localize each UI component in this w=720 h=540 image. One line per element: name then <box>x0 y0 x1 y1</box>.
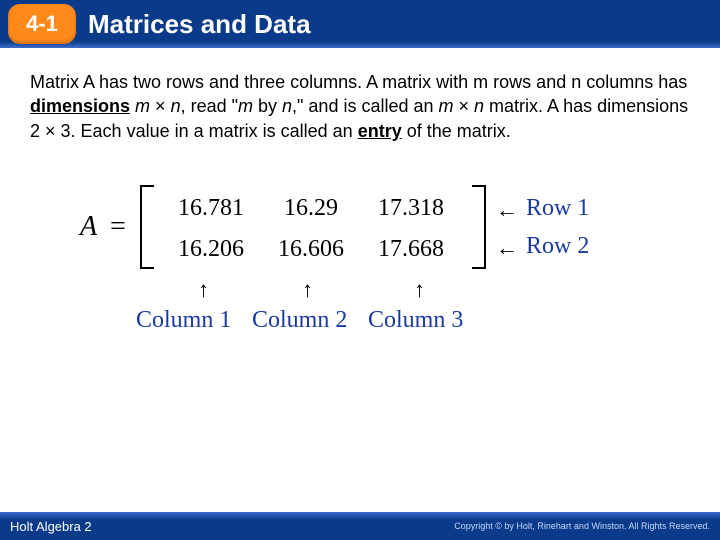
row-1-label: Row 1 <box>526 195 589 222</box>
matrix-entry: 16.206 <box>162 230 260 269</box>
arrow-up-icon: ↑ <box>302 277 313 303</box>
left-bracket <box>140 185 154 269</box>
column-1-label: Column 1 <box>136 307 231 334</box>
lesson-number: 4-1 <box>26 11 58 37</box>
matrix-entry: 17.668 <box>362 230 460 269</box>
table-row: 16.206 16.606 17.668 <box>162 230 460 269</box>
body-paragraph: Matrix A has two rows and three columns.… <box>0 48 720 143</box>
arrow-left-icon: ← <box>496 235 518 261</box>
matrix-figure: A = 16.781 16.29 17.318 16.206 16.606 17… <box>80 177 640 367</box>
body-text-4: by <box>253 96 282 116</box>
body-text-7: of the matrix. <box>402 121 511 141</box>
var-m-3: m <box>439 96 454 116</box>
equals-sign: = <box>110 211 126 243</box>
matrix-entry: 16.29 <box>262 189 360 228</box>
column-3-label: Column 3 <box>368 307 463 334</box>
keyword-entry: entry <box>358 121 402 141</box>
right-bracket <box>472 185 486 269</box>
var-n-2: n <box>282 96 292 116</box>
body-text-3: , read " <box>181 96 238 116</box>
row-2-label: Row 2 <box>526 233 589 260</box>
page-title: Matrices and Data <box>88 9 311 40</box>
var-n-1: n <box>171 96 181 116</box>
matrix-name-A: A <box>80 211 97 243</box>
matrix-entry: 16.606 <box>262 230 360 269</box>
matrix-entry: 17.318 <box>362 189 460 228</box>
header-bar: 4-1 Matrices and Data <box>0 0 720 48</box>
times-sign-2: × <box>454 96 475 116</box>
matrix-entry: 16.781 <box>162 189 260 228</box>
arrow-up-icon: ↑ <box>414 277 425 303</box>
times-sign-1: × <box>150 96 171 116</box>
footer-book-title: Holt Algebra 2 <box>10 519 92 534</box>
var-m-2: m <box>238 96 253 116</box>
matrix-table: 16.781 16.29 17.318 16.206 16.606 17.668 <box>160 187 462 271</box>
arrow-up-icon: ↑ <box>198 277 209 303</box>
column-2-label: Column 2 <box>252 307 347 334</box>
footer-copyright: Copyright © by Holt, Rinehart and Winsto… <box>454 521 710 531</box>
lesson-badge: 4-1 <box>8 4 76 44</box>
body-text-1: Matrix A has two rows and three columns.… <box>30 72 687 92</box>
var-m-1: m <box>135 96 150 116</box>
body-text-5: ," and is called an <box>292 96 438 116</box>
var-n-3: n <box>474 96 484 116</box>
table-row: 16.781 16.29 17.318 <box>162 189 460 228</box>
footer-bar: Holt Algebra 2 Copyright © by Holt, Rine… <box>0 512 720 540</box>
keyword-dimensions: dimensions <box>30 96 130 116</box>
arrow-left-icon: ← <box>496 197 518 223</box>
